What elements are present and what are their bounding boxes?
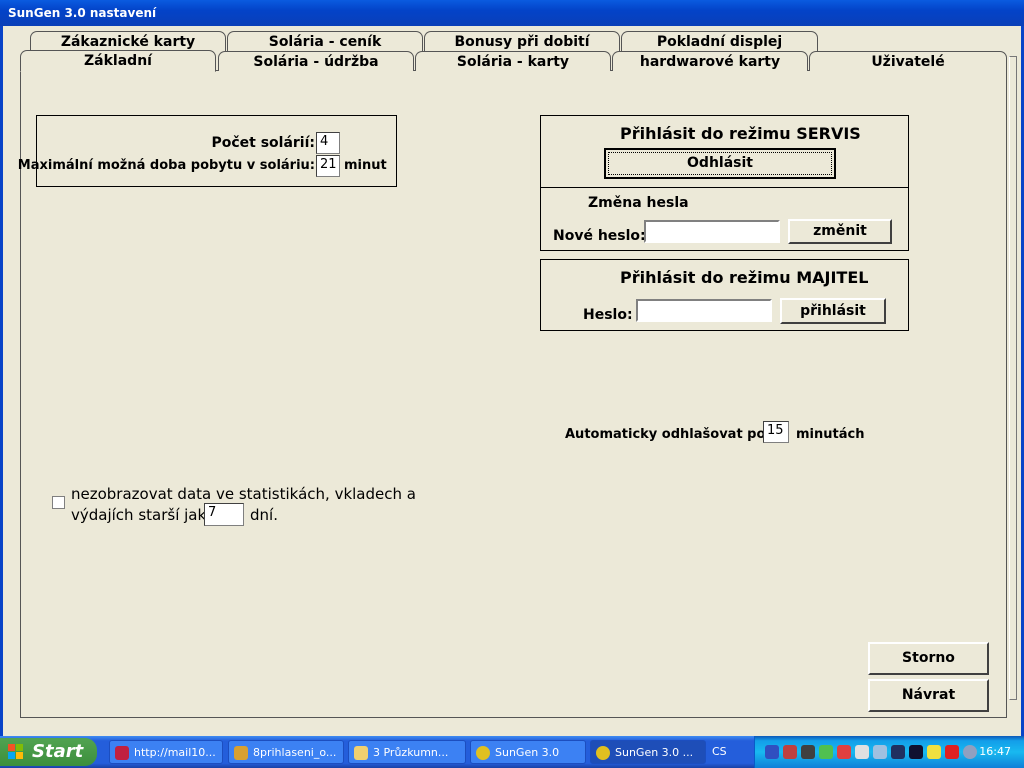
hide-old-data-label-line2: výdajích starší jak	[71, 506, 207, 524]
task-explorer-label: 3 Průzkumn...	[373, 746, 449, 759]
tray-media-icon[interactable]	[801, 745, 815, 759]
sungen-icon	[596, 746, 610, 760]
majitel-password-label: Heslo:	[583, 307, 633, 323]
start-button[interactable]: Start	[0, 738, 97, 766]
task-browser-label: http://mail10...	[134, 746, 216, 759]
image-icon	[234, 746, 248, 760]
task-browser[interactable]: http://mail10...	[109, 740, 223, 764]
system-tray: 16:47	[754, 736, 1024, 768]
hide-old-data-days-unit: dní.	[250, 506, 278, 524]
solar-count-input[interactable]: 4	[316, 132, 340, 154]
tray-power-icon[interactable]	[927, 745, 941, 759]
tray-app-icon[interactable]	[783, 745, 797, 759]
tray-sync-icon[interactable]	[873, 745, 887, 759]
tab-basic[interactable]: Základní	[20, 50, 216, 72]
task-image-label: 8prihlaseni_o...	[253, 746, 337, 759]
task-sungen-settings-label: SunGen 3.0 ...	[615, 746, 694, 759]
majitel-password-field[interactable]	[636, 299, 772, 322]
task-sungen-label: SunGen 3.0	[495, 746, 560, 759]
tray-settings-icon[interactable]	[819, 745, 833, 759]
tab-solaria-cards[interactable]: Solária - karty	[415, 51, 611, 71]
clock: 16:47	[979, 745, 1011, 758]
task-sungen[interactable]: SunGen 3.0	[470, 740, 586, 764]
majitel-title: Přihlásit do režimu MAJITEL	[620, 268, 869, 287]
tray-antivirus-icon[interactable]	[945, 745, 959, 759]
tab-solaria-maintenance[interactable]: Solária - údržba	[218, 51, 414, 71]
folder-icon	[354, 746, 368, 760]
windows-logo-icon	[8, 744, 23, 759]
tab-hardware-cards[interactable]: hardwarové karty	[612, 51, 808, 71]
tray-security-icon[interactable]	[837, 745, 851, 759]
max-time-unit: minut	[344, 158, 387, 173]
logout-button[interactable]: Odhlásit	[604, 148, 836, 179]
servis-title: Přihlásit do režimu SERVIS	[620, 124, 861, 143]
window-title: SunGen 3.0 nastavení	[8, 6, 157, 20]
max-time-label: Maximální možná doba pobytu v soláriu:	[17, 158, 315, 173]
auto-logout-unit: minutách	[796, 427, 865, 442]
task-explorer[interactable]: 3 Průzkumn...	[348, 740, 466, 764]
change-password-button[interactable]: změnit	[788, 219, 892, 244]
tray-network-icon[interactable]	[765, 745, 779, 759]
tab-register-display[interactable]: Pokladní displej	[621, 31, 818, 51]
max-time-input[interactable]: 21	[316, 155, 340, 177]
change-password-title: Změna hesla	[588, 195, 689, 211]
browser-icon	[115, 746, 129, 760]
tray-target-icon[interactable]	[909, 745, 923, 759]
tray-globe-icon[interactable]	[963, 745, 977, 759]
taskbar: Start http://mail10... 8prihlaseni_o... …	[0, 736, 1024, 768]
new-password-field[interactable]	[644, 220, 780, 243]
cancel-button[interactable]: Storno	[868, 642, 989, 675]
majitel-login-button[interactable]: přihlásit	[780, 298, 886, 324]
back-button[interactable]: Návrat	[868, 679, 989, 712]
sungen-icon	[476, 746, 490, 760]
right-edge-border	[1009, 56, 1017, 700]
tab-customer-cards[interactable]: Zákaznické karty	[30, 31, 226, 51]
tab-users[interactable]: Uživatelé	[809, 51, 1007, 71]
language-indicator[interactable]: CS	[712, 745, 727, 758]
task-sungen-settings[interactable]: SunGen 3.0 ...	[590, 740, 706, 764]
hide-old-data-label-line1: nezobrazovat data ve statistikách, vklad…	[71, 485, 416, 503]
hide-old-data-checkbox[interactable]	[52, 496, 65, 509]
tray-monitor-icon[interactable]	[891, 745, 905, 759]
auto-logout-input[interactable]: 15	[763, 421, 789, 443]
title-bar: SunGen 3.0 nastavení	[0, 0, 1024, 27]
task-image[interactable]: 8prihlaseni_o...	[228, 740, 344, 764]
solar-count-label: Počet solárií:	[211, 135, 315, 151]
new-password-label: Nové heslo:	[553, 228, 646, 244]
tab-solaria-pricelist[interactable]: Solária - ceník	[227, 31, 423, 51]
hide-old-data-days-input[interactable]: 7	[204, 503, 244, 526]
auto-logout-label: Automaticky odhlašovat po:	[565, 427, 771, 442]
tray-display-icon[interactable]	[855, 745, 869, 759]
solar-settings-box	[36, 115, 397, 187]
start-label: Start	[32, 741, 84, 762]
tab-recharge-bonuses[interactable]: Bonusy při dobití	[424, 31, 620, 51]
